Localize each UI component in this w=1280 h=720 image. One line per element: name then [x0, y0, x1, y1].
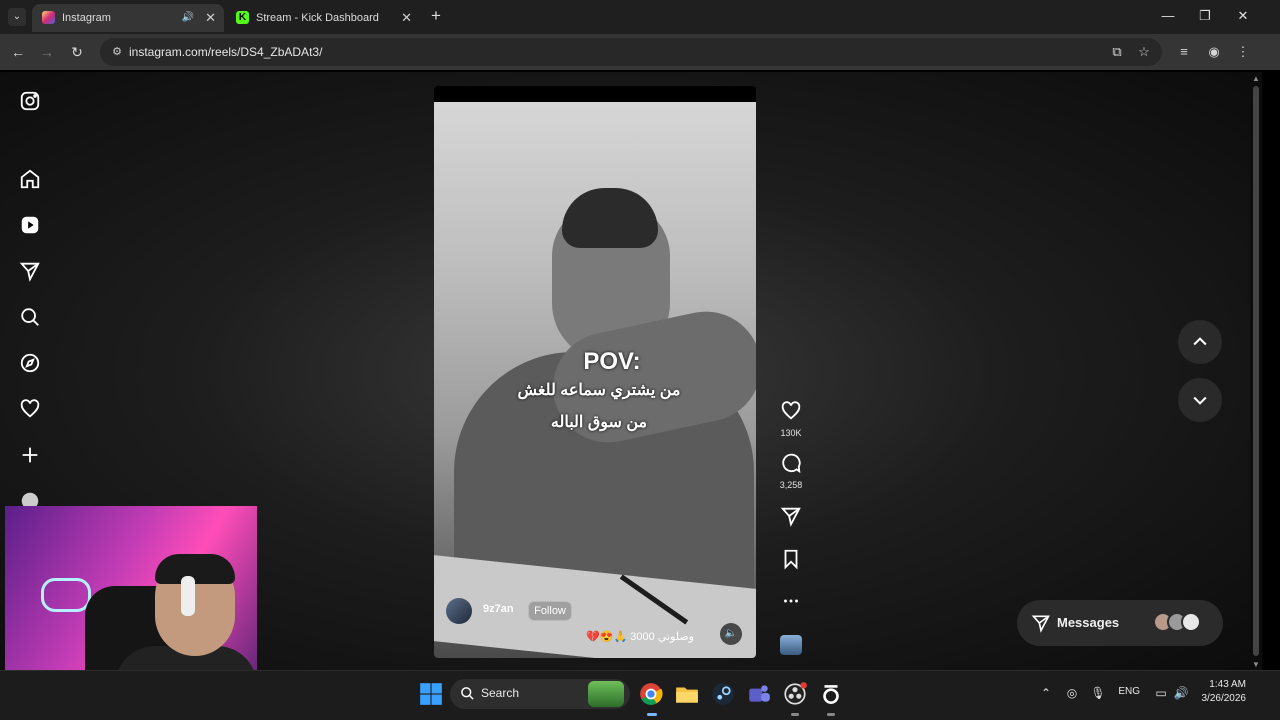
address-bar[interactable]: ⚙ instagram.com/reels/DS4_ZbADAt3/ ⧉ ☆	[100, 38, 1162, 66]
share-paper-plane-icon[interactable]	[780, 505, 802, 527]
steam-icon[interactable]	[710, 681, 736, 707]
bookmark-star-icon[interactable]: ☆	[1135, 43, 1153, 61]
forward-button[interactable]: →	[37, 42, 57, 62]
create-plus-icon[interactable]	[19, 444, 41, 466]
profile-icon[interactable]: ◉	[1205, 43, 1223, 61]
reels-icon[interactable]	[19, 214, 41, 236]
home-icon[interactable]	[19, 168, 41, 190]
comment-count: 3,258	[779, 480, 803, 490]
like-heart-icon[interactable]	[780, 400, 802, 422]
browser-tabstrip: ⌄ Instagram 🔊 ✕ K Stream - Kick Dashboar…	[0, 0, 1280, 34]
chevron-down-icon	[1193, 396, 1207, 405]
messages-button[interactable]: Messages	[1017, 600, 1223, 646]
person-hair-shape	[562, 188, 658, 248]
browser-menu-icon[interactable]: ⋮	[1234, 43, 1252, 61]
teams-icon[interactable]	[746, 681, 772, 707]
comment-action[interactable]: 3,258	[778, 452, 804, 490]
more-dots-icon[interactable]	[780, 590, 802, 612]
reel-video[interactable]: POV: من يشتري سماعه للغش من سوق الباله 9…	[434, 86, 756, 658]
tray-app-icon[interactable]: ◎	[1062, 684, 1082, 702]
caption-line-1: من يشتري سماعه للغش	[517, 382, 681, 399]
share-action[interactable]	[778, 505, 804, 532]
chrome-icon[interactable]	[638, 681, 664, 707]
caption-title: POV:	[583, 348, 641, 375]
running-app-indicator	[827, 713, 835, 716]
browser-toolbar: ← → ↻ ⚙ instagram.com/reels/DS4_ZbADAt3/…	[0, 34, 1280, 70]
like-count: 130K	[780, 428, 802, 438]
restore-button[interactable]: ❐	[1190, 7, 1220, 25]
media-control-icon[interactable]: ≡	[1175, 43, 1193, 61]
active-app-indicator	[647, 713, 657, 716]
close-window-button[interactable]: ✕	[1228, 7, 1258, 25]
back-button[interactable]: ←	[8, 42, 28, 62]
author-username[interactable]: 9z7an	[483, 603, 514, 615]
comment-bubble-icon[interactable]	[780, 452, 802, 474]
message-avatars	[1153, 612, 1213, 634]
close-tab-icon[interactable]: ✕	[401, 4, 412, 32]
install-app-icon[interactable]: ⧉	[1108, 43, 1126, 61]
screen: ⌄ Instagram 🔊 ✕ K Stream - Kick Dashboar…	[0, 0, 1280, 720]
next-reel-button[interactable]	[1178, 378, 1222, 422]
obs-icon[interactable]	[782, 681, 808, 707]
scroll-up-icon[interactable]: ▲	[1251, 74, 1261, 84]
site-info-icon[interactable]: ⚙	[108, 43, 126, 61]
app-icon[interactable]	[818, 681, 844, 707]
running-app-indicator	[791, 713, 799, 716]
chevron-up-icon	[1193, 337, 1207, 346]
audio-playing-icon[interactable]: 🔊	[182, 4, 194, 32]
language-indicator[interactable]: ENG	[1112, 686, 1140, 697]
explore-compass-icon[interactable]	[19, 352, 41, 374]
direct-message-icon[interactable]	[19, 260, 41, 282]
bookmark-icon[interactable]	[780, 548, 802, 570]
search-highlight-image	[588, 681, 624, 707]
author-avatar[interactable]	[446, 598, 472, 624]
close-tab-icon[interactable]: ✕	[205, 4, 216, 32]
page-scrollbar[interactable]: ▲ ▼	[1250, 72, 1262, 670]
instagram-favicon-icon	[42, 11, 55, 24]
new-tab-button[interactable]: +	[428, 7, 444, 25]
show-hidden-icons-chevron-icon[interactable]: ⌃	[1036, 684, 1056, 702]
tab-kick[interactable]: K Stream - Kick Dashboard ✕	[226, 4, 420, 32]
tab-instagram[interactable]: Instagram 🔊 ✕	[32, 4, 224, 32]
scrollbar-thumb[interactable]	[1253, 86, 1259, 656]
clock-date[interactable]: 3/26/2026	[1190, 693, 1247, 704]
like-action[interactable]: 130K	[778, 400, 804, 438]
network-icon[interactable]: ▭	[1151, 684, 1171, 702]
scroll-down-icon[interactable]: ▼	[1251, 660, 1261, 670]
messages-label: Messages	[1057, 615, 1120, 630]
audio-toggle-icon[interactable]: 🔈	[720, 623, 742, 645]
headset-shape	[181, 576, 195, 616]
reel-description[interactable]: وصلوني 3000 🙏😍💔	[574, 630, 694, 643]
windows-taskbar: Search ⌃ ◎ 🎙 ENG ▭ 🔊 1:43 AM 3/26/2026	[0, 670, 1280, 720]
taskbar-search-label: Search	[481, 686, 520, 700]
tab-title: Stream - Kick Dashboard	[256, 12, 379, 24]
tab-search-button[interactable]: ⌄	[8, 8, 26, 26]
notifications-heart-icon[interactable]	[19, 398, 41, 420]
streamer-hair-shape	[155, 554, 235, 584]
taskbar-search[interactable]: Search	[450, 679, 630, 709]
search-icon[interactable]	[19, 306, 41, 328]
reel-top-bar	[434, 86, 756, 102]
url-text: instagram.com/reels/DS4_ZbADAt3/	[129, 45, 323, 59]
microphone-icon[interactable]: 🎙	[1088, 684, 1108, 702]
avatar	[1181, 612, 1201, 632]
audio-track-thumbnail[interactable]	[780, 635, 802, 655]
windows-start-icon[interactable]	[418, 681, 444, 707]
neon-gamepad-sign	[41, 578, 91, 612]
minimize-button[interactable]: —	[1153, 7, 1183, 25]
instagram-logo-icon[interactable]	[19, 90, 41, 112]
tab-title: Instagram	[62, 12, 111, 24]
kick-favicon-icon: K	[236, 11, 249, 24]
reload-button[interactable]: ↻	[67, 42, 87, 62]
search-icon	[461, 687, 474, 700]
follow-button[interactable]: Follow	[528, 601, 572, 621]
file-explorer-icon[interactable]	[674, 681, 700, 707]
volume-icon[interactable]: 🔊	[1171, 684, 1191, 702]
previous-reel-button[interactable]	[1178, 320, 1222, 364]
clock-time[interactable]: 1:43 AM	[1190, 679, 1246, 690]
messages-icon	[1031, 615, 1050, 633]
save-action[interactable]	[778, 548, 804, 575]
more-options-action[interactable]	[778, 590, 804, 617]
caption-line-2: من سوق الباله	[550, 414, 648, 431]
